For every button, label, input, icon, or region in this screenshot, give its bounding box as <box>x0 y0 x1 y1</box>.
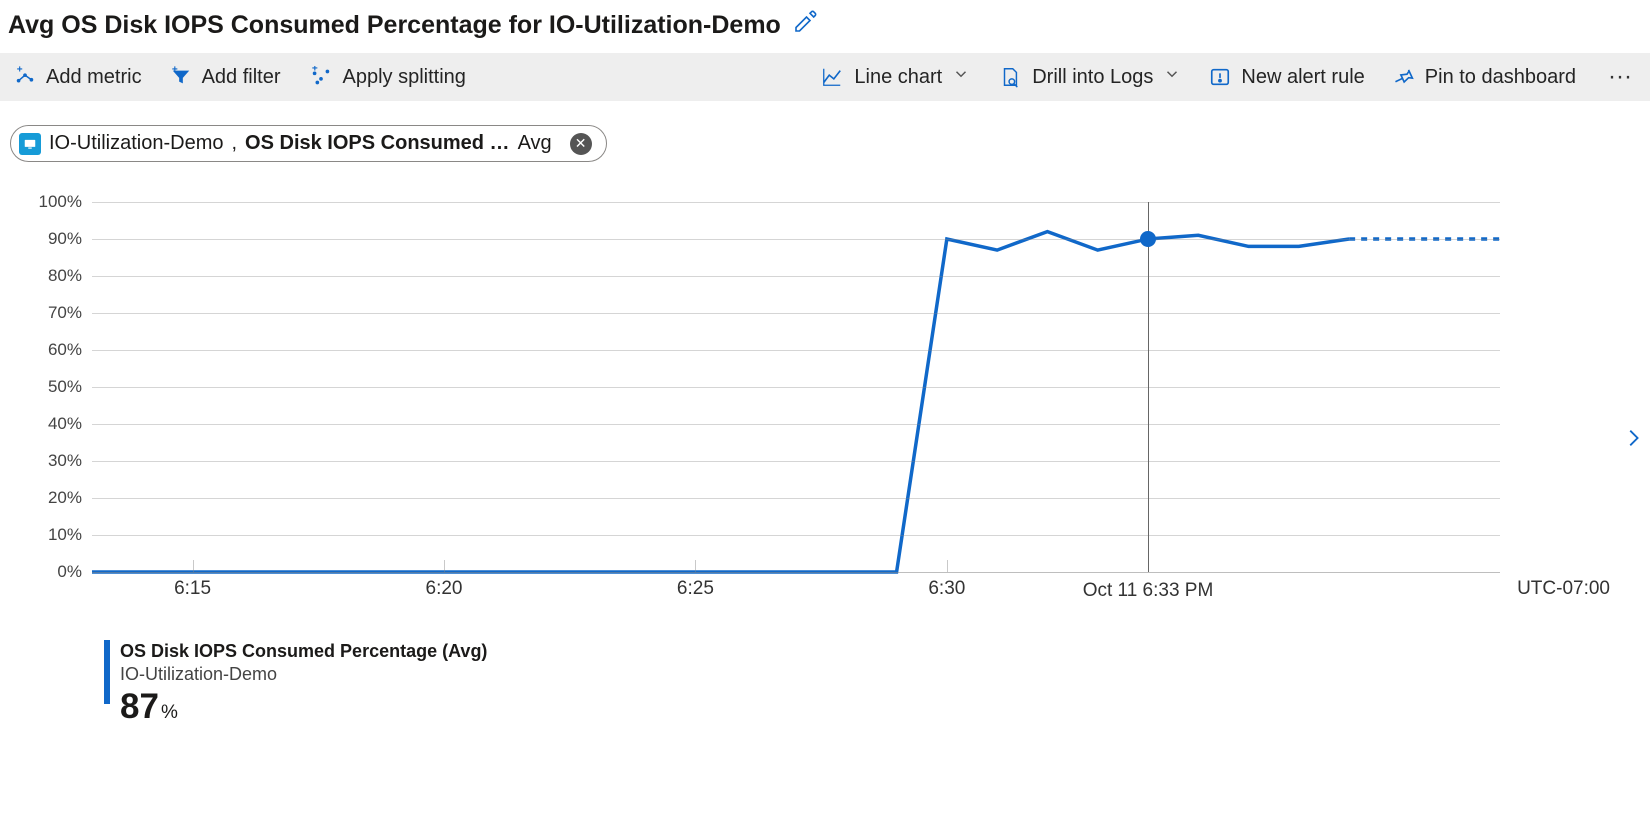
x-tick-label: 6:30 <box>928 578 965 600</box>
y-tick-label: 10% <box>48 525 82 545</box>
svg-text:+: + <box>171 66 177 75</box>
pin-to-dashboard-button[interactable]: Pin to dashboard <box>1393 66 1576 89</box>
edit-title-icon[interactable] <box>793 10 817 41</box>
y-tick-label: 100% <box>39 192 82 212</box>
y-tick-label: 90% <box>48 229 82 249</box>
pin-dashboard-label: Pin to dashboard <box>1425 66 1576 89</box>
metric-pill[interactable]: IO-Utilization-Demo, OS Disk IOPS Consum… <box>10 125 607 162</box>
hover-point <box>1140 231 1156 247</box>
hover-time-label: Oct 11 6:33 PM <box>1083 580 1214 602</box>
drill-logs-label: Drill into Logs <box>1032 66 1153 89</box>
chart-legend[interactable]: OS Disk IOPS Consumed Percentage (Avg) I… <box>34 622 1610 729</box>
pill-agg: Avg <box>518 132 552 155</box>
apply-splitting-button[interactable]: + Apply splitting <box>309 66 466 89</box>
x-tick-label: 6:15 <box>174 578 211 600</box>
vm-icon <box>19 133 41 155</box>
legend-value: 87 <box>120 685 159 729</box>
apply-splitting-label: Apply splitting <box>343 66 466 89</box>
new-alert-label: New alert rule <box>1241 66 1364 89</box>
add-metric-icon: + <box>14 66 36 88</box>
pill-resource: IO-Utilization-Demo <box>49 132 223 155</box>
chart-plot[interactable]: 0%10%20%30%40%50%60%70%80%90%100% 6:156:… <box>92 202 1610 622</box>
x-tick-label: 6:20 <box>426 578 463 600</box>
new-alert-rule-button[interactable]: New alert rule <box>1209 66 1364 89</box>
drill-into-logs-button[interactable]: Drill into Logs <box>998 65 1181 89</box>
expand-right-button[interactable] <box>1622 420 1644 461</box>
chart-type-dropdown[interactable]: Line chart <box>820 65 970 89</box>
splitting-icon: + <box>309 66 333 88</box>
y-tick-label: 20% <box>48 488 82 508</box>
hover-guideline <box>1148 202 1149 572</box>
svg-text:+: + <box>311 66 317 75</box>
pin-icon <box>1393 66 1415 88</box>
add-metric-button[interactable]: + Add metric <box>14 66 142 89</box>
logs-icon <box>998 66 1022 88</box>
y-tick-label: 70% <box>48 303 82 323</box>
page-title: Avg OS Disk IOPS Consumed Percentage for… <box>8 11 781 40</box>
timezone-label: UTC-07:00 <box>1517 578 1610 600</box>
more-menu-button[interactable]: ··· <box>1604 63 1636 91</box>
y-tick-label: 30% <box>48 451 82 471</box>
add-metric-label: Add metric <box>46 66 142 89</box>
close-icon[interactable]: ✕ <box>570 133 592 155</box>
chevron-down-icon <box>1163 65 1181 89</box>
legend-unit: % <box>161 701 178 725</box>
filter-icon: + <box>170 66 192 88</box>
svg-text:+: + <box>17 66 23 75</box>
y-tick-label: 0% <box>57 562 82 582</box>
legend-metric-name: OS Disk IOPS Consumed Percentage (Avg) <box>120 640 487 663</box>
y-tick-label: 60% <box>48 340 82 360</box>
add-filter-label: Add filter <box>202 66 281 89</box>
legend-resource: IO-Utilization-Demo <box>120 663 487 686</box>
chart-type-label: Line chart <box>854 66 942 89</box>
legend-color-bar <box>104 640 110 704</box>
x-tick-label: 6:25 <box>677 578 714 600</box>
add-filter-button[interactable]: + Add filter <box>170 66 281 89</box>
pill-metric: OS Disk IOPS Consumed … <box>245 132 510 155</box>
chevron-down-icon <box>952 65 970 89</box>
chart-toolbar: + Add metric + Add filter + Apply splitt… <box>0 53 1650 101</box>
y-tick-label: 50% <box>48 377 82 397</box>
line-chart-icon <box>820 66 844 88</box>
y-tick-label: 80% <box>48 266 82 286</box>
alert-icon <box>1209 66 1231 88</box>
y-tick-label: 40% <box>48 414 82 434</box>
